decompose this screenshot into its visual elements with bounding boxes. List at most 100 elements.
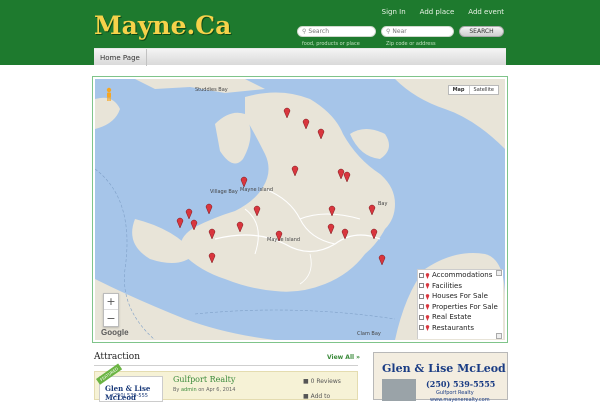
- reviews-label: 0 Reviews: [310, 378, 341, 385]
- map-pin[interactable]: [283, 106, 291, 118]
- legend-label: Restaurants: [432, 323, 474, 332]
- legend-label: Houses For Sale: [432, 292, 488, 301]
- legend-item-real-estate[interactable]: Real Estate: [418, 312, 503, 323]
- search-button[interactable]: SEARCH: [459, 26, 504, 37]
- divider: [94, 365, 358, 366]
- attraction-heading: Attraction: [94, 352, 140, 362]
- map-pin[interactable]: [208, 227, 216, 239]
- legend-item-accommodations[interactable]: Accommodations: [418, 270, 503, 281]
- google-logo: Google: [101, 328, 129, 337]
- search-field[interactable]: ⚲: [297, 26, 376, 37]
- map-pin[interactable]: [341, 227, 349, 239]
- ad-url: www.mayenerealty.com: [430, 397, 490, 403]
- listing-card[interactable]: FEATURED Glen & Lise McLeod (250) 539-55…: [94, 363, 358, 402]
- comment-icon: ■: [303, 378, 309, 385]
- map-label-mayne-island-north: Mayne Island: [240, 187, 274, 193]
- search-hint: food, products or place: [302, 41, 360, 47]
- map-pin[interactable]: [343, 170, 351, 182]
- map-pin[interactable]: [253, 204, 261, 216]
- map[interactable]: Studdies Bay Village Bay Mayne Island Ma…: [95, 79, 505, 340]
- map-pin-icon: [425, 325, 430, 332]
- map-pin[interactable]: [240, 175, 248, 187]
- site-logo[interactable]: Mayne.Ca: [94, 11, 231, 40]
- ad-photo: [382, 379, 416, 401]
- location-icon: ⚲: [386, 28, 391, 35]
- map-type-satellite-button[interactable]: Satellite: [470, 86, 498, 94]
- listing-title[interactable]: Gulfport Realty: [173, 375, 235, 384]
- map-pin[interactable]: [275, 229, 283, 241]
- map-pin[interactable]: [291, 164, 299, 176]
- legend-checkbox[interactable]: [419, 314, 424, 320]
- advertisement[interactable]: Glen & Lise McLeod (250) 539-5555 Gulfpo…: [373, 352, 508, 403]
- legend-checkbox[interactable]: [419, 304, 424, 310]
- zoom-out-button[interactable]: −: [104, 310, 118, 326]
- map-pin[interactable]: [327, 222, 335, 234]
- legend-checkbox[interactable]: [419, 272, 424, 278]
- map-type-control: Map Satellite: [447, 85, 499, 95]
- legend-item-restaurants[interactable]: Restaurants: [418, 323, 503, 334]
- map-pin[interactable]: [378, 253, 386, 265]
- map-pin[interactable]: [208, 251, 216, 263]
- map-pin[interactable]: [368, 203, 376, 215]
- map-label-bay: Bay: [378, 201, 388, 207]
- map-label-mayne-island: Mayne Island: [267, 237, 301, 243]
- reviews-link[interactable]: ■ 0 Reviews: [303, 378, 341, 385]
- map-pin[interactable]: [328, 204, 336, 216]
- map-pin-icon: [425, 272, 430, 279]
- map-pin-icon: [425, 304, 430, 311]
- sign-in-link[interactable]: Sign In: [382, 8, 406, 16]
- add-place-link[interactable]: Add place: [420, 8, 455, 16]
- map-label-village-bay: Village Bay: [210, 189, 238, 195]
- listing-thumbnail[interactable]: FEATURED Glen & Lise McLeod (250) 539-55…: [96, 363, 163, 402]
- add-event-link[interactable]: Add event: [468, 8, 504, 16]
- legend-item-properties-for-sale[interactable]: Properties For Sale: [418, 302, 503, 313]
- featured-badge: FEATURED: [96, 363, 123, 385]
- listing-meta: By admin on Apr 6, 2014: [173, 387, 235, 393]
- legend-item-houses-for-sale[interactable]: Houses For Sale: [418, 291, 503, 302]
- map-pin-icon: [425, 293, 430, 300]
- meta-by: By: [173, 387, 180, 393]
- street-view-pegman-icon[interactable]: [105, 87, 113, 101]
- zoom-in-button[interactable]: +: [104, 294, 118, 310]
- legend-checkbox[interactable]: [419, 283, 424, 289]
- legend-scroll-down[interactable]: [496, 333, 502, 339]
- map-container: Studdies Bay Village Bay Mayne Island Ma…: [92, 76, 508, 343]
- search-icon: ⚲: [302, 28, 307, 35]
- ad-phone: (250) 539-5555: [426, 379, 496, 389]
- map-label-studdies-bay: Studdies Bay: [195, 87, 228, 93]
- legend-scroll-up[interactable]: [496, 270, 502, 276]
- map-type-map-button[interactable]: Map: [449, 86, 470, 94]
- search-input[interactable]: [308, 28, 375, 35]
- view-all-label: View All: [327, 354, 355, 361]
- legend-label: Real Estate: [432, 313, 472, 322]
- main-nav: Home Page: [94, 48, 506, 66]
- map-pin[interactable]: [317, 127, 325, 139]
- map-pin[interactable]: [190, 218, 198, 230]
- legend-label: Accommodations: [432, 271, 493, 280]
- ad-name: Glen & Lise McLeod: [382, 362, 506, 375]
- near-input[interactable]: [392, 28, 453, 35]
- map-pin[interactable]: [236, 220, 244, 232]
- top-links: Sign In Add place Add event: [382, 8, 504, 16]
- thumbnail-phone: (250) 539-555: [112, 393, 148, 399]
- map-pin[interactable]: [176, 216, 184, 228]
- near-field[interactable]: ⚲: [381, 26, 454, 37]
- add-to-favorites[interactable]: ■ Add to: [303, 393, 330, 400]
- map-legend: Accommodations Facilities Houses For Sal…: [417, 269, 503, 339]
- author-link[interactable]: admin: [181, 387, 197, 393]
- map-pin-icon: [425, 314, 430, 321]
- heart-icon: ■: [303, 393, 309, 400]
- legend-item-facilities[interactable]: Facilities: [418, 281, 503, 292]
- map-pin[interactable]: [302, 117, 310, 129]
- chevron-right-icon: »: [356, 354, 361, 361]
- map-pin-icon: [425, 283, 430, 290]
- ad-company: Gulfport Realty: [436, 390, 474, 396]
- add-to-label: Add to: [310, 393, 331, 400]
- zoom-control: + −: [103, 293, 119, 327]
- legend-checkbox[interactable]: [419, 325, 424, 331]
- tab-home-page[interactable]: Home Page: [94, 49, 147, 66]
- view-all-link[interactable]: View All »: [327, 354, 360, 361]
- map-pin[interactable]: [370, 227, 378, 239]
- legend-checkbox[interactable]: [419, 293, 424, 299]
- map-pin[interactable]: [205, 202, 213, 214]
